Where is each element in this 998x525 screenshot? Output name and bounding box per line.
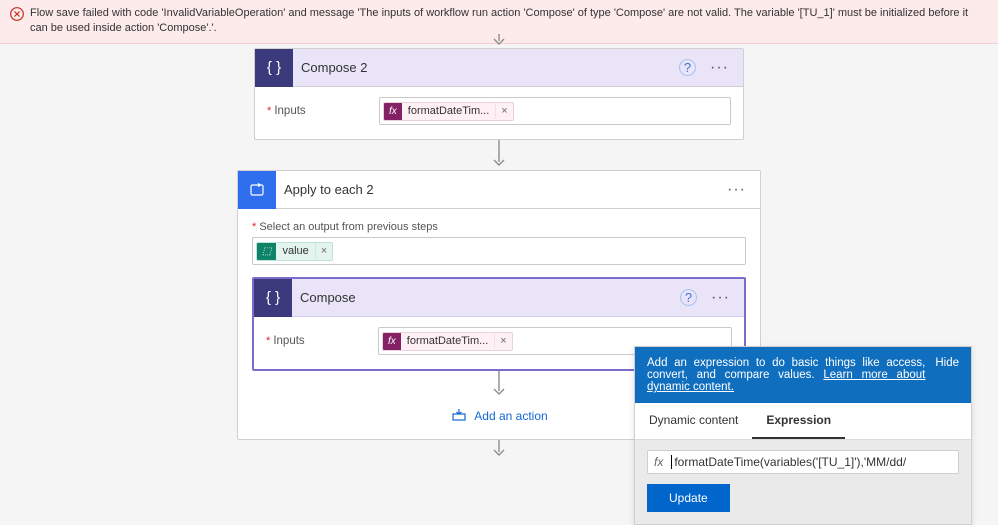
compose2-card[interactable]: { } Compose 2 ? ··· Inputs fx formatDate…: [254, 48, 744, 140]
compose-title: Compose: [300, 290, 672, 305]
loop-menu[interactable]: ···: [721, 181, 752, 199]
compose2-header[interactable]: { } Compose 2 ? ···: [255, 49, 743, 87]
fx-token-text: formatDateTim...: [402, 103, 496, 119]
error-message: Flow save failed with code 'InvalidVaria…: [30, 6, 988, 37]
loop-title: Apply to each 2: [284, 182, 713, 197]
expression-panel: fx formatDateTime(variables('[TU_1]'),'M…: [635, 440, 971, 524]
compose-menu[interactable]: ···: [705, 289, 736, 307]
value-token-text: value: [276, 243, 314, 259]
expression-text: formatDateTime(variables('[TU_1]'),'MM/d…: [674, 455, 906, 469]
value-token[interactable]: ⬚ value ×: [256, 242, 333, 261]
hide-button[interactable]: Hide: [935, 357, 959, 393]
help-icon[interactable]: ?: [679, 59, 696, 76]
close-icon[interactable]: ×: [315, 243, 332, 259]
tab-expression[interactable]: Expression: [752, 403, 845, 439]
update-button[interactable]: Update: [647, 484, 730, 512]
compose2-menu[interactable]: ···: [704, 59, 735, 77]
help-icon[interactable]: ?: [680, 289, 697, 306]
fx-token[interactable]: fx formatDateTim... ×: [383, 102, 514, 121]
fx-icon: fx: [384, 103, 402, 120]
compose2-body: Inputs fx formatDateTim... ×: [255, 87, 743, 139]
add-action-label: Add an action: [474, 409, 547, 423]
compose-inputs-label: Inputs: [266, 335, 366, 347]
connector-mid: [0, 140, 998, 170]
popup-tabs: Dynamic content Expression: [635, 403, 971, 440]
close-icon[interactable]: ×: [495, 103, 512, 119]
compose-icon: { }: [254, 279, 292, 317]
compose2-inputs-field[interactable]: fx formatDateTim... ×: [379, 97, 731, 125]
error-icon: [10, 7, 24, 21]
compose2-title: Compose 2: [301, 60, 671, 75]
close-icon[interactable]: ×: [494, 333, 511, 349]
expression-popup: Add an expression to do basic things lik…: [634, 346, 972, 525]
add-action-icon: [450, 409, 468, 423]
compose2-inputs-label: Inputs: [267, 105, 367, 117]
text-cursor: [671, 455, 672, 469]
compose-icon: { }: [255, 49, 293, 87]
fx-icon: fx: [383, 333, 401, 350]
fx-token-text: formatDateTim...: [401, 333, 495, 349]
tab-dynamic-content[interactable]: Dynamic content: [635, 403, 752, 439]
select-output-field[interactable]: ⬚ value ×: [252, 237, 746, 265]
loop-header[interactable]: Apply to each 2 ···: [238, 171, 760, 209]
connector-top: [0, 34, 998, 48]
expression-input[interactable]: fx formatDateTime(variables('[TU_1]'),'M…: [647, 450, 959, 474]
loop-icon: [238, 171, 276, 209]
fx-icon: fx: [654, 455, 663, 469]
popup-tip: Add an expression to do basic things lik…: [635, 347, 971, 403]
value-icon: ⬚: [257, 243, 276, 260]
select-output-label: Select an output from previous steps: [252, 221, 746, 233]
compose-header[interactable]: { } Compose ? ···: [254, 279, 744, 317]
fx-token[interactable]: fx formatDateTim... ×: [382, 332, 513, 351]
